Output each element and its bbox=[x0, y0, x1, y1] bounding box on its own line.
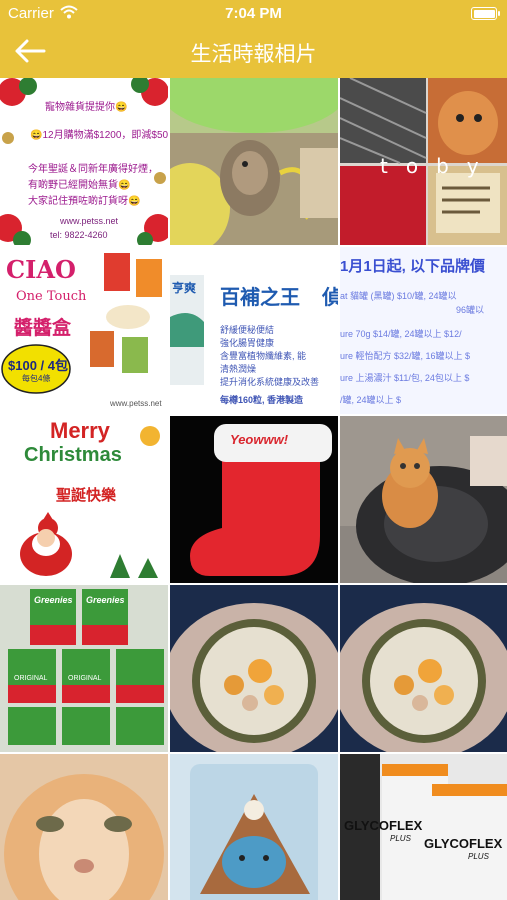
photo-hamster[interactable] bbox=[170, 78, 338, 245]
status-bar: Carrier 7:04 PM bbox=[0, 0, 507, 28]
price-line-3: ure 70g $14/罐, 24罐以上 $12/ bbox=[340, 329, 462, 339]
supplement-line-2: 強化腸胃健康 bbox=[220, 338, 275, 348]
greenies-brand: Greenies bbox=[34, 595, 73, 605]
supplement-line-5: 提升消化系統健康及改善 bbox=[220, 377, 320, 387]
photo-cat-closeup[interactable] bbox=[0, 754, 168, 900]
photo-grid: 寵物雜貨提提你😄 😄12月購物滿$1200，即減$50😄 今年聖誕＆同新年廣得好… bbox=[0, 78, 507, 900]
greenies-label: ORIGINAL bbox=[14, 675, 48, 682]
toby-caption: toby bbox=[380, 154, 497, 178]
photo-price-list[interactable]: 1月1日起, 以下品牌價 at 貓罐 (黑罐) $10/罐, 24罐以 96罐以… bbox=[340, 247, 507, 414]
photo-food-bowl-1[interactable] bbox=[170, 585, 338, 752]
promo-line-1: 寵物雜貨提提你😄 bbox=[45, 102, 128, 113]
photo-glycoflex[interactable]: GLYCOFLEX GLYCOFLEX PLUS PLUS bbox=[340, 754, 507, 900]
price-line-5: ure 上湯濃汁 $11/包, 24包以上 $ bbox=[340, 373, 470, 383]
photo-merry-christmas[interactable]: Merry Christmas 聖誕快樂 bbox=[0, 416, 168, 583]
photo-ciao-ad[interactable]: CIAO One Touch 醬醬盒 $100 / 4包 每包4條 www.pe… bbox=[0, 247, 168, 414]
toy-cookie-image bbox=[170, 754, 338, 900]
ciao-price: $100 / 4包 bbox=[8, 358, 68, 373]
supplement-title: 百補之王 bbox=[220, 287, 300, 309]
photo-toby-collage[interactable]: toby bbox=[340, 78, 507, 245]
food-bowl-2-image bbox=[340, 585, 507, 752]
price-line-6: /罐, 24罐以上 $ bbox=[340, 395, 402, 405]
glycoflex-plus-2: PLUS bbox=[468, 852, 489, 861]
ciao-footer: www.petss.net bbox=[110, 399, 162, 408]
christmas-line-1: Merry bbox=[50, 418, 110, 443]
price-line-1: at 貓罐 (黑罐) $10/罐, 24罐以 bbox=[340, 291, 457, 301]
photo-food-bowl-2[interactable] bbox=[340, 585, 507, 752]
price-line-2: 96罐以 bbox=[456, 305, 485, 315]
christmas-line-2: Christmas bbox=[24, 444, 122, 466]
ciao-product: 醬醬盒 bbox=[14, 318, 72, 339]
promo-line-3: 今年聖誕＆同新年廣得好煙， bbox=[28, 164, 158, 175]
hamster-image bbox=[170, 78, 338, 245]
battery-icon bbox=[471, 7, 500, 20]
glycoflex-brand-2: GLYCOFLEX bbox=[424, 836, 503, 851]
cat-closeup-image bbox=[0, 754, 168, 900]
supplement-line-1: 舒緩便秘便結 bbox=[220, 325, 275, 335]
supplement-side-label: 亨爽 bbox=[172, 281, 197, 295]
page-title: 生活時報相片 bbox=[190, 43, 317, 66]
ciao-subbrand: One Touch bbox=[16, 289, 87, 304]
photo-toy-cookie[interactable] bbox=[170, 754, 338, 900]
greenies-shelf-image bbox=[0, 585, 168, 752]
promo-footer: www.petss.net bbox=[60, 216, 119, 226]
supplement-title-tail: 偵 bbox=[322, 287, 338, 309]
glycoflex-brand: GLYCOFLEX bbox=[344, 818, 423, 833]
promo-line-4: 有啲野已經開始無貨😄 bbox=[28, 180, 131, 191]
glycoflex-plus: PLUS bbox=[390, 834, 411, 843]
photo-supplement-ad[interactable]: 亨爽 百補之王 偵 舒緩便秘便結 強化腸胃健康 含豐富植物纖維素, 能 清熱潤燥… bbox=[170, 247, 338, 414]
greenies-brand-2: Greenies bbox=[86, 595, 125, 605]
photo-cat-on-bed[interactable] bbox=[340, 416, 507, 583]
christmas-greeting: 聖誕快樂 bbox=[56, 487, 117, 504]
supplement-footer: 每樽160粒, 香港製造 bbox=[220, 395, 304, 405]
promo-phone: tel: 9822-4260 bbox=[50, 230, 108, 240]
supplement-line-4: 清熱潤燥 bbox=[220, 364, 257, 374]
price-list-title: 1月1日起, 以下品牌價 bbox=[340, 258, 486, 275]
app-header: Carrier 7:04 PM 生活時報相片 bbox=[0, 0, 507, 78]
greenies-label-2: ORIGINAL bbox=[68, 675, 102, 682]
price-line-4: ure 輕怡配方 $32/罐, 16罐以上 $ bbox=[340, 351, 471, 361]
ciao-brand: CIAO bbox=[6, 255, 76, 284]
food-bowl-1-image bbox=[170, 585, 338, 752]
promo-line-5: 大家記住預咗啲訂貨呀😄 bbox=[28, 196, 141, 207]
photo-promo-notice[interactable]: 寵物雜貨提提你😄 😄12月購物滿$1200，即減$50😄 今年聖誕＆同新年廣得好… bbox=[0, 78, 168, 245]
supplement-line-3: 含豐富植物纖維素, 能 bbox=[220, 351, 307, 361]
photo-stocking-toy[interactable]: Yeowww! bbox=[170, 416, 338, 583]
cat-on-bed-image bbox=[340, 416, 507, 583]
promo-line-2: 😄12月購物滿$1200，即減$50😄 bbox=[30, 130, 168, 141]
status-time: 7:04 PM bbox=[225, 5, 282, 22]
photo-greenies-shelf[interactable]: Greenies Greenies ORIGINAL ORIGINAL bbox=[0, 585, 168, 752]
stocking-tag: Yeowww! bbox=[230, 432, 289, 447]
nav-bar: 生活時報相片 bbox=[0, 28, 507, 78]
ciao-price-note: 每包4條 bbox=[22, 374, 51, 383]
